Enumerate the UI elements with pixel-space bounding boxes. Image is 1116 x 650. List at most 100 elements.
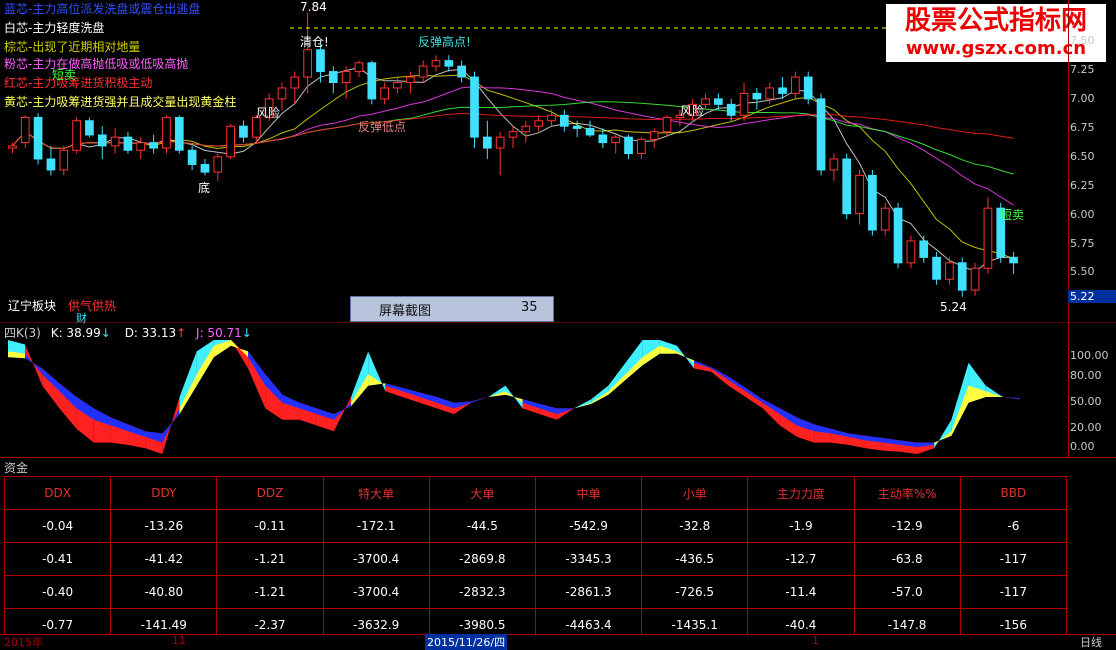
table-cell: -1.9	[747, 509, 855, 543]
time-axis-cursor-date[interactable]: 2015/11/26/四	[425, 634, 508, 650]
candle[interactable]	[559, 109, 569, 132]
candle[interactable]	[662, 115, 672, 138]
candle[interactable]	[187, 145, 197, 170]
candle[interactable]	[803, 71, 813, 105]
table-cell: -11.4	[747, 575, 855, 609]
candle[interactable]	[213, 153, 223, 181]
candle[interactable]	[85, 117, 94, 138]
candle[interactable]	[149, 134, 158, 154]
candle[interactable]	[123, 131, 133, 154]
candle[interactable]	[791, 71, 800, 99]
candle[interactable]	[418, 60, 428, 83]
candle[interactable]	[521, 120, 531, 143]
table-cell: -2832.3	[428, 575, 536, 609]
candle[interactable]	[611, 134, 621, 154]
candle[interactable]	[72, 117, 81, 154]
candle[interactable]	[20, 115, 30, 149]
candle[interactable]	[495, 131, 505, 176]
candle[interactable]	[739, 82, 749, 121]
current-price-badge: 5.22	[1068, 290, 1116, 303]
candle[interactable]	[855, 169, 864, 225]
candle[interactable]	[482, 120, 492, 159]
fund-header-large[interactable]: 大单	[428, 476, 536, 510]
candle[interactable]	[367, 60, 377, 105]
fund-header-bbd[interactable]: BBD	[959, 476, 1068, 510]
candle[interactable]	[33, 113, 43, 165]
fund-header-small[interactable]: 小单	[641, 476, 749, 510]
candle[interactable]	[816, 93, 826, 176]
candle[interactable]	[393, 77, 402, 94]
time-axis-bar[interactable]: 2015年 11 2015/11/26/四 1 日线	[0, 634, 1116, 650]
candle[interactable]	[431, 55, 441, 72]
candle[interactable]	[405, 71, 415, 94]
candle[interactable]	[380, 82, 389, 105]
screenshot-box[interactable]: 屏幕截图 35	[350, 296, 554, 322]
candle[interactable]	[239, 120, 248, 143]
candle[interactable]	[162, 115, 171, 154]
candle[interactable]	[8, 142, 17, 154]
candle[interactable]	[59, 145, 69, 176]
table-cell: -44.5	[428, 509, 536, 543]
risk-label-2: 风险	[680, 104, 705, 118]
table-cell: -1.21	[216, 575, 324, 609]
candle[interactable]	[906, 235, 916, 269]
fund-header-super-large[interactable]: 特大单	[322, 476, 430, 510]
fund-header-main-strength[interactable]: 主力力度	[747, 476, 855, 510]
candle[interactable]	[752, 87, 762, 110]
candle[interactable]	[534, 115, 544, 132]
candle[interactable]	[354, 60, 364, 78]
candle[interactable]	[765, 82, 775, 105]
kdj-k-band	[471, 397, 489, 403]
candle[interactable]	[97, 126, 107, 159]
candle[interactable]	[200, 159, 210, 176]
candle[interactable]	[829, 153, 839, 181]
candle[interactable]	[893, 202, 903, 269]
candle[interactable]	[983, 197, 993, 274]
candle[interactable]	[46, 145, 56, 176]
candle[interactable]	[547, 109, 556, 127]
candle[interactable]	[328, 66, 338, 94]
fund-header-medium[interactable]: 中单	[534, 476, 643, 510]
candle[interactable]	[174, 115, 184, 154]
price-tick: 7.00	[1070, 92, 1095, 105]
short-sell-label-2: 短卖	[1000, 208, 1025, 222]
fund-header-ddz[interactable]: DDZ	[216, 476, 324, 510]
candle[interactable]	[624, 134, 633, 159]
fund-table: DDX DDY DDZ 特大单 大单 中单 小单 主力力度 主动率%% BBD …	[3, 476, 1068, 642]
candle[interactable]	[457, 60, 467, 83]
period-selector[interactable]: 日线	[1080, 634, 1102, 650]
candle[interactable]	[726, 98, 736, 121]
candle[interactable]	[637, 137, 646, 159]
candle[interactable]	[880, 202, 890, 236]
kdj-indicator-chart[interactable]	[0, 322, 1116, 457]
fund-header-ddx[interactable]: DDX	[3, 476, 112, 510]
table-cell: -40.80	[110, 575, 218, 609]
legend-white-core: 白芯-主力轻度洗盘	[4, 21, 105, 35]
table-cell: -117	[959, 542, 1068, 576]
candle[interactable]	[714, 93, 723, 110]
table-cell: -0.11	[216, 509, 324, 543]
fund-header-ddy[interactable]: DDY	[110, 476, 218, 510]
kdj-tick: 50.00	[1070, 395, 1102, 408]
candle[interactable]	[649, 128, 659, 149]
screenshot-label: 屏幕截图	[379, 304, 432, 319]
fund-header-active-rate[interactable]: 主动率%%	[853, 476, 961, 510]
candle[interactable]	[444, 55, 454, 72]
candle[interactable]	[110, 128, 120, 154]
candle[interactable]	[470, 71, 479, 149]
candle[interactable]	[226, 124, 235, 159]
candle[interactable]	[842, 153, 852, 220]
candle[interactable]	[957, 257, 967, 297]
price-tick: 6.00	[1070, 208, 1095, 221]
candle[interactable]	[1009, 251, 1018, 274]
candle[interactable]	[932, 251, 941, 285]
candle[interactable]	[970, 262, 980, 296]
candle[interactable]	[868, 169, 877, 236]
candle[interactable]	[508, 126, 518, 149]
candle[interactable]	[585, 120, 595, 138]
candle[interactable]	[136, 137, 146, 159]
candle[interactable]	[303, 12, 312, 94]
candle[interactable]	[919, 235, 929, 263]
short-sell-label-1: 短卖	[52, 68, 77, 82]
legend-yellow-core: 黄芯-主力吸筹进货强并且成交量出现黄金柱	[4, 95, 237, 109]
